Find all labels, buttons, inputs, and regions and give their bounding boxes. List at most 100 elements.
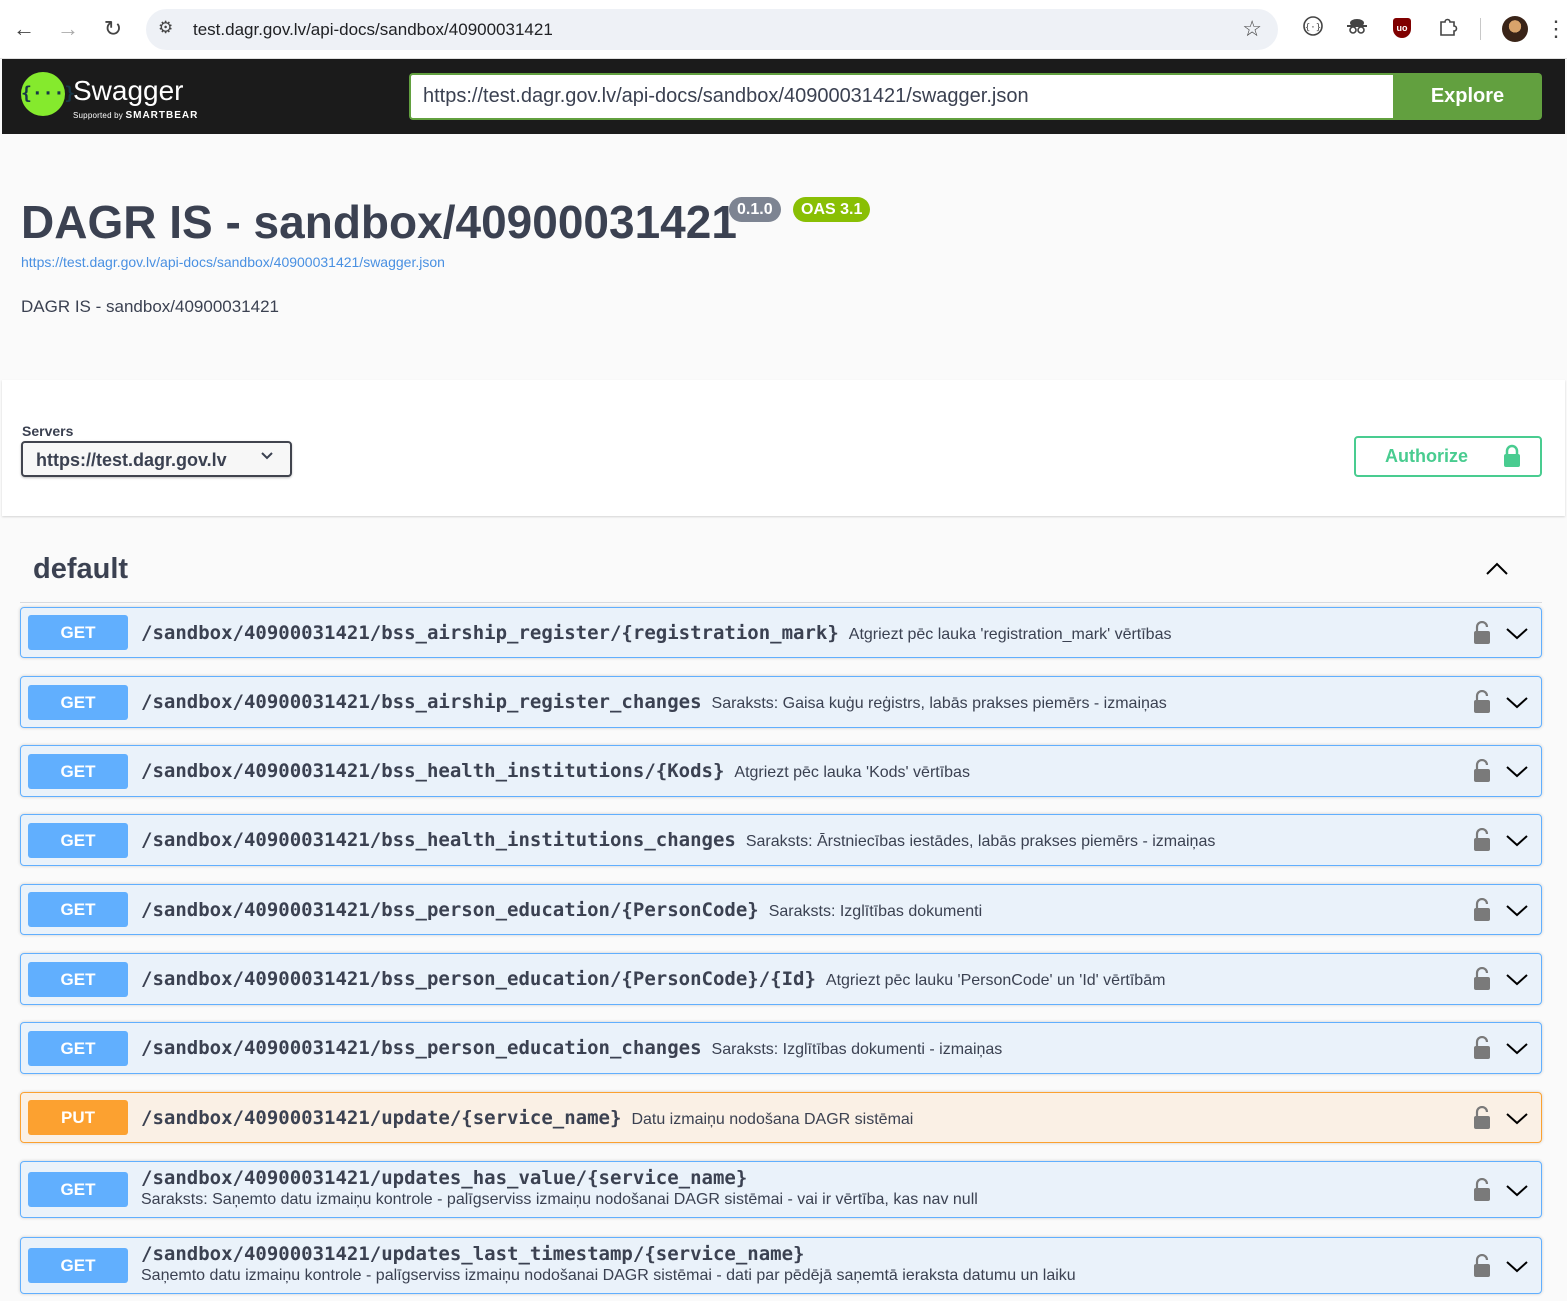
address-url[interactable]: test.dagr.gov.lv/api-docs/sandbox/409000… xyxy=(193,20,553,40)
chevron-down-icon[interactable] xyxy=(1504,623,1530,648)
operation-path-text: /sandbox/40900031421/bss_health_institut… xyxy=(141,760,725,782)
operation-row[interactable]: GET/sandbox/40900031421/bss_airship_regi… xyxy=(20,676,1542,728)
operation-path-text: /sandbox/40900031421/bss_person_educatio… xyxy=(141,968,816,990)
unlocked-lock-icon[interactable] xyxy=(1472,966,1492,996)
profile-avatar[interactable] xyxy=(1502,16,1528,42)
operation-path: /sandbox/40900031421/bss_person_educatio… xyxy=(141,1037,1002,1059)
operation-summary: Atgriezt pēc lauka 'Kods' vērtības xyxy=(734,764,970,781)
swagger-logo-subtitle: Supported by SMARTBEAR xyxy=(73,110,199,121)
method-badge: GET xyxy=(28,615,128,650)
chevron-down-icon[interactable] xyxy=(1504,969,1530,994)
unlocked-lock-icon[interactable] xyxy=(1472,1253,1492,1283)
spec-url-input[interactable] xyxy=(409,73,1394,120)
menu-dots-icon[interactable]: ⋮ xyxy=(1545,14,1567,44)
operation-row[interactable]: GET/sandbox/40900031421/updates_last_tim… xyxy=(20,1237,1542,1294)
api-title: DAGR IS - sandbox/40900031421 xyxy=(21,196,737,248)
tag-title[interactable]: default xyxy=(33,553,128,586)
address-bar[interactable]: ⚙ test.dagr.gov.lv/api-docs/sandbox/4090… xyxy=(146,9,1278,50)
operation-summary: Atgriezt pēc lauku 'PersonCode' un 'Id' … xyxy=(825,972,1166,989)
operation-path: /sandbox/40900031421/bss_airship_registe… xyxy=(141,691,1167,713)
unlocked-lock-icon[interactable] xyxy=(1472,689,1492,719)
chevron-down-icon[interactable] xyxy=(1504,830,1530,855)
operation-path: /sandbox/40900031421/bss_health_institut… xyxy=(141,760,970,782)
chevron-up-icon[interactable] xyxy=(1482,556,1512,585)
unlocked-lock-icon[interactable] xyxy=(1472,620,1492,650)
version-badge: 0.1.0 xyxy=(729,197,781,222)
chevron-down-icon[interactable] xyxy=(1504,1038,1530,1063)
operation-row[interactable]: GET/sandbox/40900031421/bss_health_insti… xyxy=(20,814,1542,866)
operation-row[interactable]: GET/sandbox/40900031421/bss_person_educa… xyxy=(20,884,1542,935)
unlocked-lock-icon[interactable] xyxy=(1472,1105,1492,1135)
puzzle-icon[interactable] xyxy=(1434,15,1462,43)
chevron-down-icon[interactable] xyxy=(1504,692,1530,717)
spec-link[interactable]: https://test.dagr.gov.lv/api-docs/sandbo… xyxy=(21,254,445,270)
operation-summary: Saraksts: Ārstniecības iestādes, labās p… xyxy=(745,833,1216,850)
back-arrow-icon[interactable]: ← xyxy=(9,14,39,44)
operation-summary: Atgriezt pēc lauka 'registration_mark' v… xyxy=(848,626,1172,643)
swagger-logo-icon[interactable]: {···} xyxy=(21,72,75,116)
reload-icon[interactable]: ↻ xyxy=(98,14,128,44)
operation-path: /sandbox/40900031421/bss_person_educatio… xyxy=(141,968,1165,990)
chevron-down-icon xyxy=(260,449,274,468)
operation-row[interactable]: PUT/sandbox/40900031421/update/{service_… xyxy=(20,1092,1542,1143)
bookmark-star-icon[interactable]: ☆ xyxy=(1242,16,1262,42)
swagger-logo-text[interactable]: Swagger xyxy=(73,75,184,107)
operation-path: /sandbox/40900031421/updates_has_value/{… xyxy=(141,1167,747,1189)
operation-path-text: /sandbox/40900031421/bss_health_institut… xyxy=(141,829,736,851)
method-badge: GET xyxy=(28,1248,128,1283)
operation-path-text: /sandbox/40900031421/update/{service_nam… xyxy=(141,1107,622,1129)
swagger-topbar: {···} Swagger Supported by SMARTBEAR Exp… xyxy=(2,59,1565,134)
operation-path-text: /sandbox/40900031421/bss_person_educatio… xyxy=(141,1037,702,1059)
chevron-down-icon[interactable] xyxy=(1504,900,1530,925)
spy-extension-icon[interactable] xyxy=(1343,15,1371,43)
operation-summary: Saraksts: Saņemto datu izmaiņu kontrole … xyxy=(141,1191,978,1208)
method-badge: PUT xyxy=(28,1100,128,1135)
operation-summary: Datu izmaiņu nodošana DAGR sistēmai xyxy=(631,1111,914,1128)
api-description: DAGR IS - sandbox/40900031421 xyxy=(21,297,280,316)
operation-path: /sandbox/40900031421/bss_person_educatio… xyxy=(141,899,982,921)
method-badge: GET xyxy=(28,1030,128,1066)
toolbar-divider xyxy=(1480,18,1481,40)
svg-text:{·}: {·} xyxy=(1305,23,1321,33)
forward-arrow-icon[interactable]: → xyxy=(53,14,83,44)
operation-path: /sandbox/40900031421/bss_airship_registe… xyxy=(141,622,1171,644)
method-badge: GET xyxy=(28,892,128,927)
extension-icon[interactable]: {·} xyxy=(1299,15,1327,43)
operation-path-text: /sandbox/40900031421/updates_last_timest… xyxy=(141,1243,805,1265)
chevron-down-icon[interactable] xyxy=(1504,761,1530,786)
unlocked-lock-icon[interactable] xyxy=(1472,758,1492,788)
operation-path: /sandbox/40900031421/bss_health_institut… xyxy=(141,829,1215,851)
unlocked-lock-icon[interactable] xyxy=(1472,827,1492,857)
operation-path: /sandbox/40900031421/update/{service_nam… xyxy=(141,1107,913,1129)
unlocked-lock-icon[interactable] xyxy=(1472,1177,1492,1207)
method-badge: GET xyxy=(28,684,128,720)
explore-button[interactable]: Explore xyxy=(1393,73,1542,120)
operation-row[interactable]: GET/sandbox/40900031421/bss_person_educa… xyxy=(20,953,1542,1005)
scheme-container: Servers https://test.dagr.gov.lv Authori… xyxy=(2,380,1565,516)
method-badge: GET xyxy=(28,822,128,858)
site-info-icon[interactable]: ⚙ xyxy=(158,18,173,38)
lock-icon xyxy=(1502,444,1522,473)
method-badge: GET xyxy=(28,961,128,997)
operation-row[interactable]: GET/sandbox/40900031421/updates_has_valu… xyxy=(20,1161,1542,1218)
operation-summary: Saraksts: Izglītības dokumenti - izmaiņa… xyxy=(711,1041,1003,1058)
browser-toolbar: ← → ↻ ⚙ test.dagr.gov.lv/api-docs/sandbo… xyxy=(0,0,1567,59)
servers-select[interactable]: https://test.dagr.gov.lv xyxy=(21,441,292,477)
operation-path-text: /sandbox/40900031421/bss_person_educatio… xyxy=(141,899,759,921)
chevron-down-icon[interactable] xyxy=(1504,1108,1530,1133)
operation-summary: Saņemto datu izmaiņu kontrole - palīgser… xyxy=(141,1267,1076,1284)
chevron-down-icon[interactable] xyxy=(1504,1180,1530,1205)
ublock-icon[interactable]: uo xyxy=(1393,18,1411,38)
tag-divider xyxy=(20,602,1542,603)
operation-path: /sandbox/40900031421/updates_last_timest… xyxy=(141,1243,804,1265)
unlocked-lock-icon[interactable] xyxy=(1472,1035,1492,1065)
unlocked-lock-icon[interactable] xyxy=(1472,897,1492,927)
operation-path-text: /sandbox/40900031421/updates_has_value/{… xyxy=(141,1167,748,1189)
operation-row[interactable]: GET/sandbox/40900031421/bss_person_educa… xyxy=(20,1022,1542,1074)
operation-summary: Saraksts: Gaisa kuģu reģistrs, labās pra… xyxy=(711,695,1167,712)
operation-row[interactable]: GET/sandbox/40900031421/bss_airship_regi… xyxy=(20,607,1542,658)
chevron-down-icon[interactable] xyxy=(1504,1256,1530,1281)
operation-summary: Saraksts: Izglītības dokumenti xyxy=(768,903,983,920)
operation-row[interactable]: GET/sandbox/40900031421/bss_health_insti… xyxy=(20,745,1542,797)
servers-selected-value: https://test.dagr.gov.lv xyxy=(36,450,227,470)
